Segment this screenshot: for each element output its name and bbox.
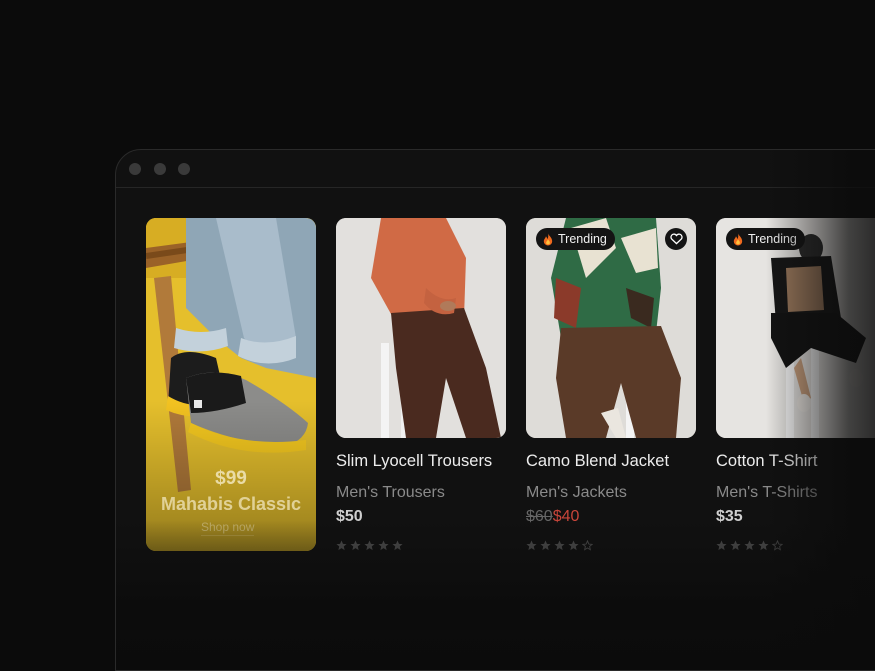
star-icon [392, 539, 403, 550]
rating-stars [526, 538, 696, 552]
product-category: Men's Jackets [526, 484, 627, 501]
shop-now-link[interactable]: Shop now [201, 520, 255, 536]
star-icon [730, 539, 741, 550]
wishlist-button[interactable] [665, 228, 687, 250]
window-titlebar [116, 150, 875, 188]
original-price: $60 [526, 508, 553, 525]
rating-stars [716, 538, 875, 552]
sale-price: $40 [552, 508, 580, 525]
trending-badge: Trending [536, 228, 615, 250]
trending-label: Trending [558, 232, 607, 246]
window-maximize-dot[interactable] [178, 163, 190, 175]
product-card[interactable]: Trending Cotton T-Shirt Men's T-Shirts $… [716, 218, 875, 552]
product-card[interactable]: Slim Lyocell Trousers Men's Trousers $50 [336, 218, 506, 552]
star-outline-icon [582, 539, 593, 551]
product-image[interactable] [336, 218, 506, 438]
product-category: Men's Trousers [336, 484, 445, 501]
product-card[interactable]: Trending Camo Blend Jacket Men's Jackets… [526, 218, 696, 552]
product-carousel: $99 Mahabis Classic Shop now Slim Lyocel… [146, 218, 875, 578]
heart-icon [669, 233, 683, 245]
trending-label: Trending [748, 232, 797, 246]
star-icon [758, 539, 769, 550]
browser-window: $99 Mahabis Classic Shop now Slim Lyocel… [115, 149, 875, 671]
star-icon [526, 539, 537, 550]
promo-name: Mahabis Classic [160, 494, 302, 514]
window-close-dot[interactable] [129, 163, 141, 175]
product-image[interactable]: Trending [716, 218, 875, 438]
window-minimize-dot[interactable] [154, 163, 166, 175]
trending-badge: Trending [726, 228, 805, 250]
star-icon [350, 539, 361, 550]
star-icon [744, 539, 755, 550]
star-icon [716, 539, 727, 550]
promo-price: $99 [215, 468, 247, 489]
fire-icon [543, 232, 553, 246]
product-price: $50 [336, 508, 363, 525]
product-title[interactable]: Cotton T-Shirt [716, 452, 875, 471]
product-title[interactable]: Slim Lyocell Trousers [336, 452, 506, 471]
product-price: $60$40 [526, 508, 696, 526]
star-icon [378, 539, 389, 550]
star-icon [554, 539, 565, 550]
fire-icon [733, 232, 743, 246]
rating-stars [336, 538, 506, 552]
star-icon [364, 539, 375, 550]
star-icon [540, 539, 551, 550]
product-category: Men's T-Shirts [716, 484, 818, 501]
star-icon [336, 539, 347, 550]
promo-card[interactable]: $99 Mahabis Classic Shop now [146, 218, 316, 551]
product-title[interactable]: Camo Blend Jacket [526, 452, 696, 471]
product-image[interactable]: Trending [526, 218, 696, 438]
star-outline-icon [772, 539, 783, 551]
star-icon [568, 539, 579, 550]
product-price: $35 [716, 508, 743, 525]
